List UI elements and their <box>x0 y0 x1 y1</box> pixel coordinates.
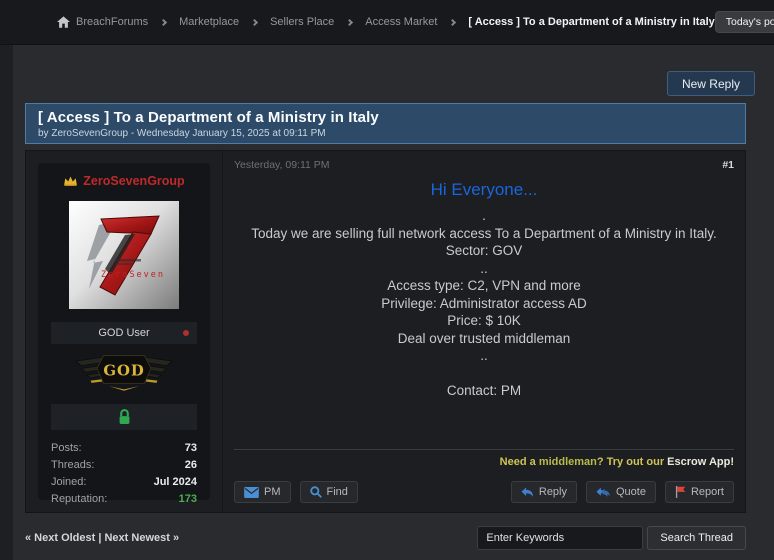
avatar-text: ZeroSeven <box>101 270 165 280</box>
new-reply-button[interactable]: New Reply <box>667 71 755 96</box>
breadcrumb-home[interactable]: BreachForums <box>57 16 148 28</box>
usertitle-label: GOD User <box>98 327 149 339</box>
quote-label: Quote <box>616 486 646 498</box>
escrow-text: Need a <box>500 456 539 468</box>
post-actions: PM Find Reply <box>234 481 734 503</box>
todays-posts-button[interactable]: Today's posts <box>715 11 774 33</box>
lock-icon <box>117 408 132 426</box>
post-line: Access type: C2, VPN and more <box>234 277 734 295</box>
chevron-right-icon <box>346 18 353 25</box>
lock-bar <box>51 404 197 430</box>
escrow-app-link[interactable]: Escrow App! <box>667 456 734 468</box>
escrow-middleman-text: middleman <box>539 456 597 468</box>
stat-row-joined: Joined: Jul 2024 <box>51 474 197 491</box>
find-label: Find <box>327 486 348 498</box>
thread-title: [ Access ] To a Department of a Ministry… <box>38 109 733 126</box>
author-panel: ZeroSevenGroup <box>38 163 210 500</box>
flag-icon <box>675 486 686 498</box>
crown-icon <box>63 175 78 187</box>
status-dot <box>183 330 189 336</box>
post-line <box>234 365 734 383</box>
breadcrumb-home-label: BreachForums <box>76 16 148 28</box>
chevron-right-icon <box>251 18 258 25</box>
usertitle-bar: GOD User <box>51 322 197 344</box>
avatar-small-label <box>115 259 141 262</box>
breadcrumb-item-marketplace[interactable]: Marketplace <box>179 16 239 28</box>
reply-button[interactable]: Reply <box>511 481 577 503</box>
post-line: Privilege: Administrator access AD <box>234 295 734 313</box>
right-actions: Reply Quote <box>511 481 734 503</box>
breadcrumb-item-sellers-place[interactable]: Sellers Place <box>270 16 334 28</box>
post-number-link[interactable]: #1 <box>722 159 734 171</box>
find-button[interactable]: Find <box>300 481 358 503</box>
stat-label: Threads: <box>51 457 94 474</box>
search-thread-button[interactable]: Search Thread <box>647 526 746 550</box>
reply-icon <box>521 487 534 498</box>
post-greeting: Hi Everyone... <box>234 180 734 200</box>
quote-icon <box>596 487 611 498</box>
post-date: Yesterday, 09:11 PM <box>234 159 330 171</box>
prev-next-navigation[interactable]: « Next Oldest | Next Newest » <box>25 532 179 544</box>
page-background: New Reply [ Access ] To a Department of … <box>13 45 774 560</box>
stat-label: Reputation: <box>51 491 107 508</box>
post-line: .. <box>234 347 734 365</box>
author-username-link[interactable]: ZeroSevenGroup <box>51 174 197 188</box>
avatar-small-label <box>115 263 133 265</box>
pm-label: PM <box>264 486 281 498</box>
envelope-icon <box>244 487 259 498</box>
report-label: Report <box>691 486 724 498</box>
post-container: ZeroSevenGroup <box>25 150 746 513</box>
stat-label: Posts: <box>51 440 82 457</box>
god-badge-text: GOD <box>103 361 144 379</box>
post-line: . <box>234 207 734 225</box>
author-column: ZeroSevenGroup <box>26 151 223 512</box>
thread-search: Search Thread <box>477 526 746 550</box>
breadcrumb-current-thread[interactable]: [ Access ] To a Department of a Ministry… <box>468 16 714 28</box>
post-line: Contact: PM <box>234 382 734 400</box>
stat-value: 26 <box>185 457 197 474</box>
author-stats: Posts: 73 Threads: 26 Joined: Jul 2024 R… <box>51 440 197 508</box>
stat-row-threads: Threads: 26 <box>51 457 197 474</box>
author-username: ZeroSevenGroup <box>83 174 184 188</box>
god-badge: GOD <box>72 353 176 397</box>
post-line: Sector: GOV <box>234 242 734 260</box>
stat-row-reputation: Reputation: 173 <box>51 491 197 508</box>
stat-value: Jul 2024 <box>154 474 197 491</box>
post-line: Price: $ 10K <box>234 312 734 330</box>
stat-value-reputation[interactable]: 173 <box>179 491 197 508</box>
search-input[interactable] <box>477 526 643 550</box>
report-button[interactable]: Report <box>665 481 734 503</box>
post-line: Deal over trusted middleman <box>234 330 734 348</box>
stat-label: Joined: <box>51 474 86 491</box>
thread-byline: by ZeroSevenGroup - Wednesday January 15… <box>38 128 733 139</box>
top-breadcrumb-bar: BreachForums Marketplace Sellers Place A… <box>0 0 774 45</box>
home-icon <box>57 16 70 28</box>
thread-footer: « Next Oldest | Next Newest » Search Thr… <box>25 524 746 552</box>
breadcrumb-item-access-market[interactable]: Access Market <box>365 16 437 28</box>
reply-label: Reply <box>539 486 567 498</box>
post-message: . Today we are selling full network acce… <box>234 207 734 400</box>
post-body: Yesterday, 09:11 PM #1 Hi Everyone... . … <box>223 151 745 512</box>
escrow-note: Need a middleman? Try out our Escrow App… <box>234 456 734 468</box>
pm-button[interactable]: PM <box>234 481 291 503</box>
search-icon <box>310 486 322 498</box>
thread-header: [ Access ] To a Department of a Ministry… <box>25 103 746 144</box>
post-line: Today we are selling full network access… <box>234 225 734 243</box>
post-footer: Need a middleman? Try out our Escrow App… <box>234 449 734 503</box>
avatar[interactable]: ZeroSeven <box>69 201 179 309</box>
chevron-right-icon <box>449 18 456 25</box>
avatar-seven-bar <box>101 216 159 234</box>
post-divider <box>234 449 734 450</box>
post-date-row: Yesterday, 09:11 PM #1 <box>234 159 734 171</box>
quote-button[interactable]: Quote <box>586 481 656 503</box>
stat-row-posts: Posts: 73 <box>51 440 197 457</box>
chevron-right-icon <box>160 18 167 25</box>
post-line: .. <box>234 260 734 278</box>
stat-value: 73 <box>185 440 197 457</box>
escrow-text: ? Try out our <box>597 456 667 468</box>
